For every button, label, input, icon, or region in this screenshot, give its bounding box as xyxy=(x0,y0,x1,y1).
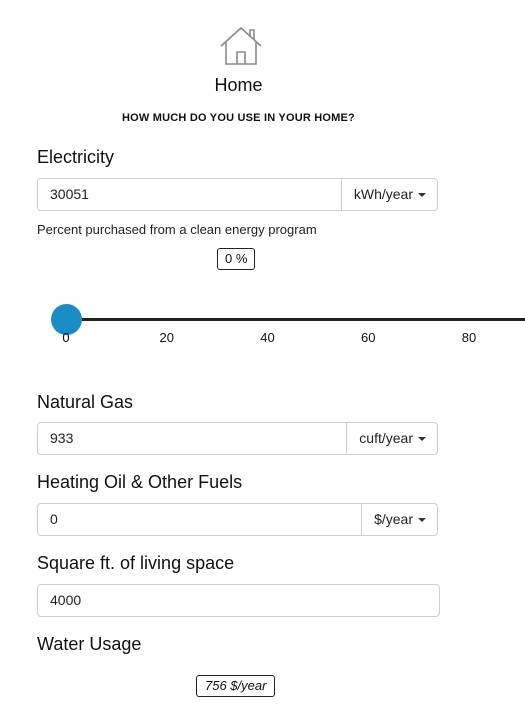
natural-gas-label: Natural Gas xyxy=(37,392,134,412)
water-usage-label: Water Usage xyxy=(37,634,142,654)
slider-tick-label: 40 xyxy=(260,330,275,345)
clean-energy-label: Percent purchased from a clean energy pr… xyxy=(37,222,317,237)
slider-tick-label: 0 xyxy=(62,330,70,345)
natural-gas-input-group: 933 cuft/year xyxy=(37,422,438,455)
electricity-unit-dropdown[interactable]: kWh/year xyxy=(340,179,437,210)
electricity-input[interactable]: 30051 xyxy=(38,179,341,210)
home-icon xyxy=(220,26,262,65)
section-question: HOW MUCH DO YOU USE IN YOUR HOME? xyxy=(122,112,355,124)
clean-energy-slider-track[interactable] xyxy=(66,318,525,321)
water-usage-value: 756 $/year xyxy=(196,675,276,697)
square-feet-input[interactable]: 4000 xyxy=(38,585,439,616)
caret-down-icon xyxy=(418,436,426,441)
electricity-label: Electricity xyxy=(37,147,115,167)
slider-tick-label: 80 xyxy=(461,330,477,345)
slider-tick-label: 60 xyxy=(361,330,376,345)
page-title: Home xyxy=(214,75,263,95)
heating-oil-input[interactable]: 0 xyxy=(38,504,361,535)
heating-oil-unit-dropdown[interactable]: $/year xyxy=(361,504,437,535)
natural-gas-unit-label: cuft/year xyxy=(359,430,413,446)
slider-tick-label: 20 xyxy=(159,330,174,345)
natural-gas-input[interactable]: 933 xyxy=(38,423,346,454)
electricity-input-group: 30051 kWh/year xyxy=(37,178,438,211)
heating-oil-unit-label: $/year xyxy=(374,511,413,527)
square-feet-label: Square ft. of living space xyxy=(37,553,235,573)
heating-oil-label: Heating Oil & Other Fuels xyxy=(37,472,243,492)
clean-energy-value: 0 % xyxy=(217,248,256,270)
caret-down-icon xyxy=(418,517,426,522)
electricity-unit-label: kWh/year xyxy=(353,186,413,202)
heating-oil-input-group: 0 $/year xyxy=(37,503,438,536)
square-feet-input-group: 4000 xyxy=(37,584,440,617)
natural-gas-unit-dropdown[interactable]: cuft/year xyxy=(346,423,437,454)
caret-down-icon xyxy=(418,192,426,197)
